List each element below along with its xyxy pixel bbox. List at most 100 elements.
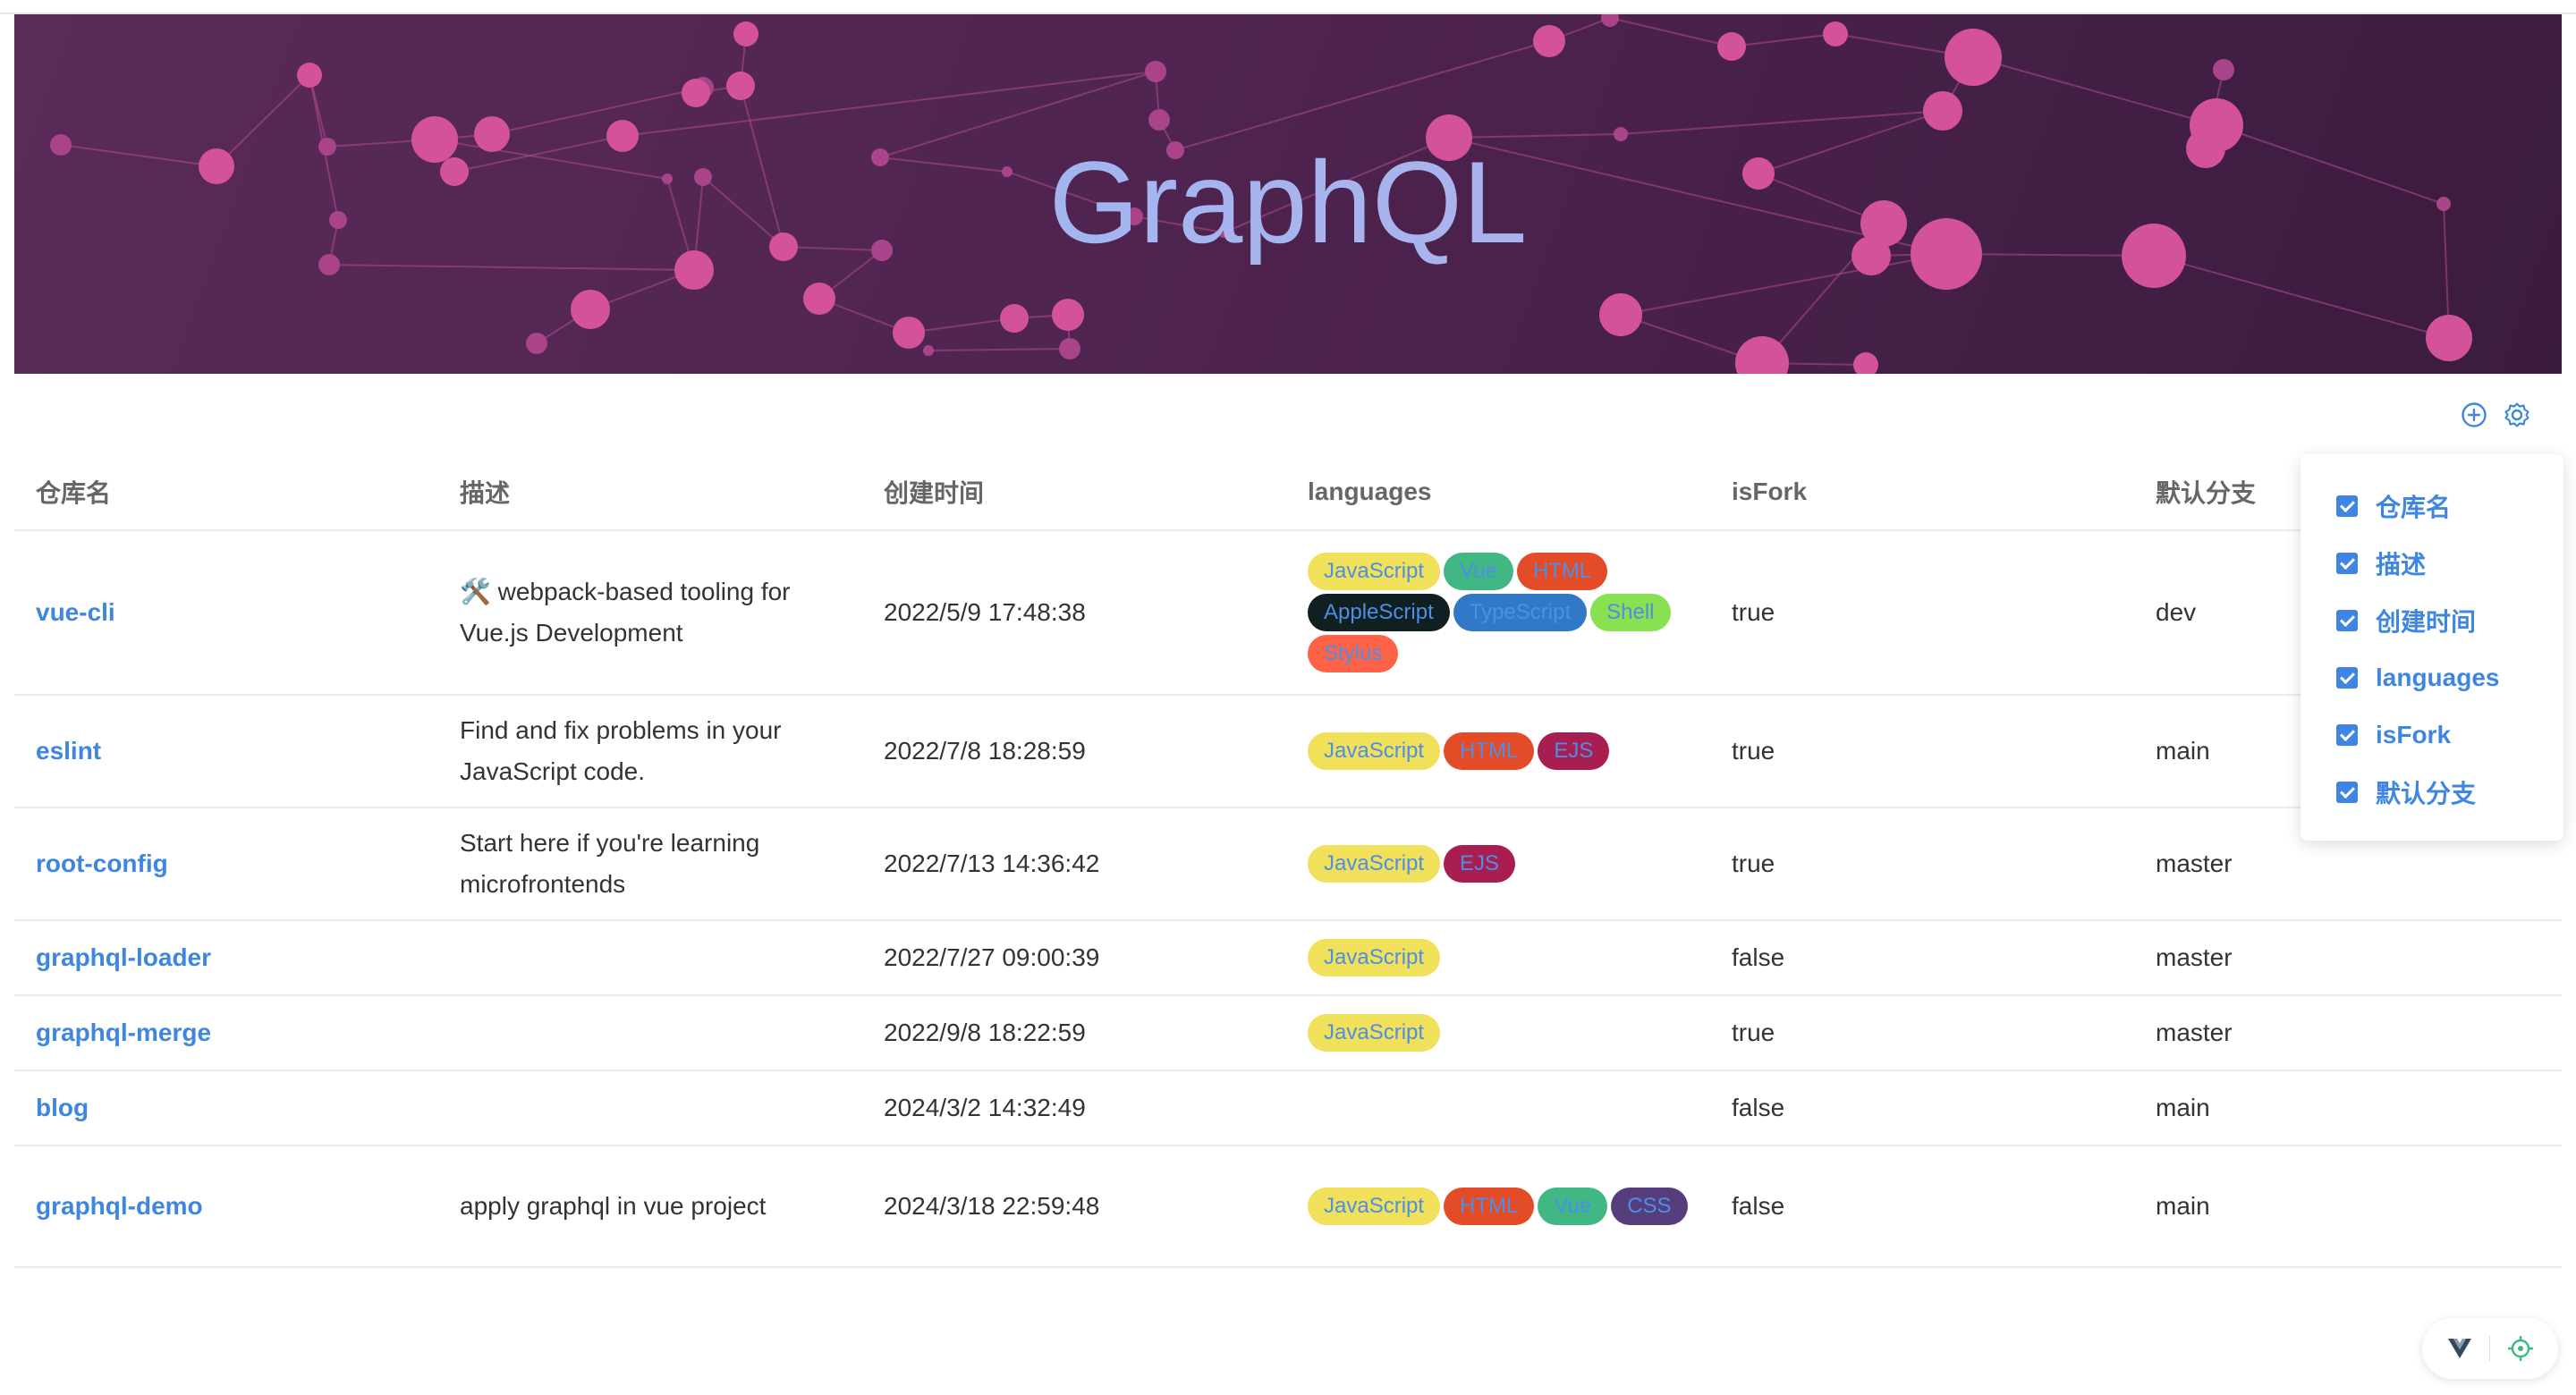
network-node (1823, 21, 1848, 46)
table-row: graphql-loader 2022/7/27 09:00:39 JavaScri… (14, 920, 2562, 996)
cell-isfork: true (1710, 995, 2134, 1071)
cell-languages: JavaScript (1286, 920, 1710, 996)
cell-name: graphql-demo (14, 1146, 438, 1268)
network-node (923, 345, 934, 356)
checkbox-checked-icon[interactable] (2336, 553, 2358, 574)
cell-branch: master (2134, 920, 2562, 996)
cell-branch: main (2134, 1146, 2562, 1268)
cell-name: graphql-merge (14, 995, 438, 1071)
cell-isfork: false (1710, 1070, 2134, 1146)
language-tags: JavaScript HTML EJS (1308, 722, 1710, 781)
network-node (1145, 61, 1166, 82)
repo-link[interactable]: graphql-merge (36, 1019, 211, 1046)
network-node (1533, 25, 1565, 57)
network-node (803, 283, 835, 315)
network-node (1853, 352, 1878, 374)
cell-languages (1286, 1070, 1710, 1146)
column-toggle[interactable]: languages (2301, 649, 2563, 706)
table-row: vue-cli 🛠️ webpack-based tooling for Vue.… (14, 530, 2562, 696)
repo-link[interactable]: graphql-loader (36, 943, 211, 971)
language-tag: AppleScript (1308, 594, 1450, 631)
table-row: graphql-merge 2022/9/8 18:22:59 JavaScript… (14, 995, 2562, 1071)
header-description[interactable]: 描述 (438, 454, 862, 531)
banner-title: GraphQL (14, 140, 2562, 265)
repo-link[interactable]: graphql-demo (36, 1192, 203, 1220)
checkbox-checked-icon[interactable] (2336, 495, 2358, 517)
repo-link[interactable]: eslint (36, 737, 101, 765)
language-tags: JavaScript HTML Vue CSS (1308, 1177, 1710, 1236)
cell-description: Find and fix problems in your JavaScript… (438, 695, 862, 808)
cell-branch: master (2134, 995, 2562, 1071)
vue-logo-icon[interactable] (2446, 1337, 2473, 1360)
cell-name: root-config (14, 807, 438, 921)
language-tag: EJS (1444, 845, 1516, 883)
cell-created: 2024/3/2 14:32:49 (862, 1070, 1286, 1146)
cell-name: blog (14, 1070, 438, 1146)
column-toggle-label: 描述 (2376, 551, 2427, 579)
header-banner: GraphQL (14, 14, 2562, 374)
cell-isfork: false (1710, 1146, 2134, 1268)
checkbox-checked-icon[interactable] (2336, 782, 2358, 803)
language-tag: JavaScript (1308, 732, 1441, 770)
table-row: graphql-demo apply graphql in vue project… (14, 1146, 2562, 1268)
language-tag: Stylus (1308, 635, 1399, 672)
network-node (526, 333, 547, 354)
gear-icon (2504, 402, 2529, 427)
cell-languages: JavaScript HTML EJS (1286, 695, 1710, 808)
language-tag: JavaScript (1308, 553, 1441, 590)
add-column-button[interactable] (2460, 401, 2488, 429)
network-node (682, 79, 710, 107)
column-toggle[interactable]: 创建时间 (2301, 592, 2563, 649)
network-node (297, 63, 322, 88)
language-tag: CSS (1611, 1188, 1688, 1225)
network-edge (928, 348, 1071, 351)
table-row: root-config Start here if you're learning… (14, 807, 2562, 921)
network-node (1052, 299, 1084, 331)
checkbox-checked-icon[interactable] (2336, 610, 2358, 631)
language-tag: HTML (1444, 732, 1535, 770)
column-toggle[interactable]: 仓库名 (2301, 478, 2563, 535)
repo-link[interactable]: vue-cli (36, 598, 115, 626)
network-node (2426, 315, 2472, 361)
cell-created: 2024/3/18 22:59:48 (862, 1146, 1286, 1268)
network-edge (1609, 17, 1733, 47)
cell-description (438, 920, 862, 996)
cell-isfork: true (1710, 807, 2134, 921)
checkbox-checked-icon[interactable] (2336, 724, 2358, 746)
cell-created: 2022/9/8 18:22:59 (862, 995, 1286, 1071)
network-node (1148, 109, 1170, 131)
cell-created: 2022/7/8 18:28:59 (862, 695, 1286, 808)
header-created[interactable]: 创建时间 (862, 454, 1286, 531)
repo-link[interactable]: blog (36, 1094, 89, 1121)
language-tag: Shell (1590, 594, 1671, 631)
cell-name: graphql-loader (14, 920, 438, 996)
plus-circle-icon (2462, 402, 2487, 427)
column-settings-panel: 仓库名描述创建时间 languages isFork 默认分支 (2301, 454, 2563, 841)
table-header-row: 仓库名 描述 创建时间 languages isFork 默认分支 (14, 454, 2562, 531)
header-name[interactable]: 仓库名 (14, 454, 438, 531)
table-row: eslint Find and fix problems in your Java… (14, 695, 2562, 808)
language-tag: JavaScript (1308, 1014, 1441, 1052)
network-node (1059, 338, 1080, 359)
devtools-separator (2489, 1336, 2491, 1361)
language-tag: JavaScript (1308, 845, 1441, 883)
cell-languages: JavaScript EJS (1286, 807, 1710, 921)
language-tag: Vue (1444, 553, 1513, 590)
network-node (733, 21, 758, 46)
crosshair-icon[interactable] (2507, 1335, 2534, 1362)
cell-languages: JavaScript (1286, 995, 1710, 1071)
language-tag: JavaScript (1308, 939, 1441, 976)
repo-link[interactable]: root-config (36, 850, 168, 877)
language-tag: Vue (1538, 1188, 1608, 1225)
column-settings-button[interactable] (2503, 401, 2531, 429)
cell-description (438, 1070, 862, 1146)
header-languages[interactable]: languages (1286, 454, 1710, 531)
cell-description (438, 995, 862, 1071)
checkbox-checked-icon[interactable] (2336, 667, 2358, 689)
column-toggle[interactable]: 默认分支 (2301, 764, 2563, 821)
header-isfork[interactable]: isFork (1710, 454, 2134, 531)
cell-description: Start here if you're learning microfront… (438, 807, 862, 921)
cell-description: apply graphql in vue project (438, 1146, 862, 1268)
column-toggle[interactable]: 描述 (2301, 535, 2563, 592)
column-toggle[interactable]: isFork (2301, 706, 2563, 764)
